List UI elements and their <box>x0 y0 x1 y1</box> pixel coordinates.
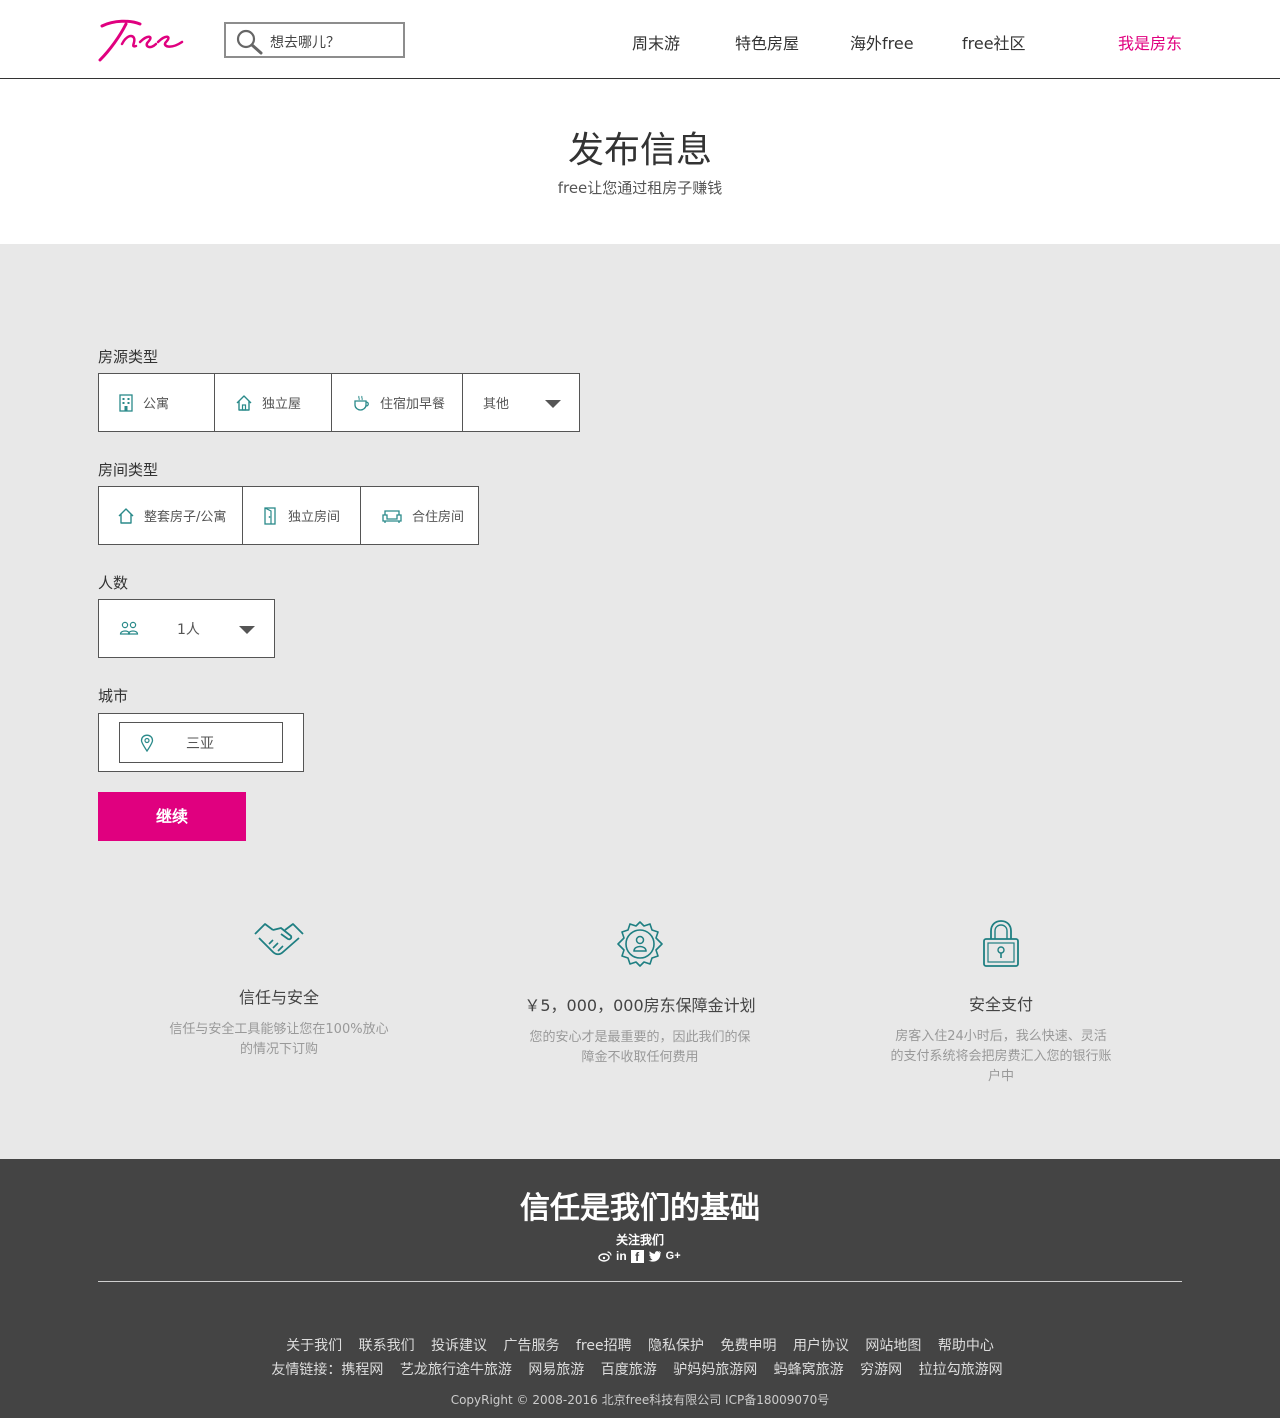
feature-trust-safety: 信任与安全 信任与安全工具能够让您在100%放心 的情况下订购 <box>129 916 429 1060</box>
twitter-icon[interactable] <box>648 1250 662 1262</box>
footer-link[interactable]: 帮助中心 <box>938 1338 994 1354</box>
feature-secure-payment: 安全支付 房客入住24小时后，我么快速、灵活 的支付系统将会把房费汇入您的银行账… <box>851 919 1151 1087</box>
feature-desc-line: 您的安心才是最重要的，因此我们的保 <box>529 1030 751 1045</box>
feature-desc-line: 信任与安全工具能够让您在100%放心 <box>169 1022 389 1037</box>
footer-divider <box>98 1281 1182 1282</box>
property-option-other-dropdown[interactable]: 其他 <box>463 374 579 431</box>
property-option-label: 独立屋 <box>262 397 302 412</box>
feature-title: ￥5，000，000房东保障金计划 <box>524 996 756 1015</box>
weibo-icon[interactable] <box>598 1250 612 1262</box>
room-type-label: 房间类型 <box>98 461 159 479</box>
handshake-icon <box>254 923 304 956</box>
continue-button[interactable]: 继续 <box>98 792 246 841</box>
friend-link[interactable]: 网易旅游 <box>528 1362 584 1378</box>
room-option-label: 独立房间 <box>288 510 341 525</box>
property-option-label: 其他 <box>483 397 510 412</box>
door-icon <box>264 506 276 525</box>
property-option-label: 住宿加早餐 <box>380 397 446 412</box>
friend-link[interactable]: 携程网 <box>341 1362 383 1378</box>
nav-weekend-trip[interactable]: 周末游 <box>632 30 680 54</box>
property-option-house[interactable]: 独立屋 <box>215 374 332 431</box>
badge-icon <box>617 921 663 967</box>
feature-title: 信任与安全 <box>238 988 319 1007</box>
search-placeholder: 想去哪儿？ <box>270 35 340 51</box>
top-header: 想去哪儿？ 周末游 特色房屋 海外free free社区 我是房东 <box>0 0 1280 79</box>
friend-links-label: 友情链接： <box>271 1362 342 1378</box>
room-option-label: 整套房子/公寓 <box>144 510 227 525</box>
linkedin-icon[interactable]: in <box>616 1249 627 1263</box>
chevron-down-icon <box>239 626 255 634</box>
footer-link[interactable]: 投诉建议 <box>431 1338 487 1354</box>
footer-link[interactable]: 联系我们 <box>359 1338 415 1354</box>
guests-value: 1人 <box>177 621 200 638</box>
nav-host-link[interactable]: 我是房东 <box>1118 30 1182 54</box>
guests-select[interactable]: 1人 <box>98 599 275 658</box>
google-plus-icon[interactable]: G+ <box>666 1249 681 1263</box>
city-value: 三亚 <box>186 735 214 752</box>
property-option-apartment[interactable]: 公寓 <box>99 374 215 431</box>
feature-title: 安全支付 <box>968 995 1033 1014</box>
property-option-label: 公寓 <box>143 397 170 412</box>
friend-link[interactable]: 驴妈妈旅游网 <box>673 1362 757 1378</box>
footer-link[interactable]: 免费申明 <box>720 1338 776 1354</box>
footer-link[interactable]: 网站地图 <box>865 1338 921 1354</box>
social-links: in f G+ <box>598 1249 681 1264</box>
footer-link[interactable]: 隐私保护 <box>648 1338 704 1354</box>
room-option-label: 合住房间 <box>412 510 465 525</box>
house-icon <box>118 507 134 524</box>
site-footer: 信任是我们的基础 关注我们 in f G+ 关于我们 联系我们 投诉建议 广告服… <box>0 1159 1280 1418</box>
room-option-entire-home[interactable]: 整套房子/公寓 <box>99 487 243 544</box>
feature-desc-line: 的支付系统将会把房费汇入您的银行账 <box>890 1049 1112 1064</box>
feature-desc-line: 房客入住24小时后，我么快速、灵活 <box>895 1029 1107 1044</box>
city-label: 城市 <box>98 687 129 705</box>
sofa-icon <box>382 509 402 523</box>
page-title: 发布信息 <box>567 130 712 171</box>
guests-select-inner[interactable]: 1人 <box>99 600 274 657</box>
friend-link[interactable]: 百度旅游 <box>601 1362 657 1378</box>
lock-icon <box>983 920 1019 967</box>
feature-desc-line: 障金不收取任何费用 <box>581 1050 699 1065</box>
people-icon <box>119 621 139 635</box>
house-icon <box>236 394 252 411</box>
feature-desc-line: 的情况下订购 <box>239 1042 318 1057</box>
footer-link[interactable]: 用户协议 <box>793 1338 849 1354</box>
footer-link[interactable]: free招聘 <box>576 1338 632 1354</box>
location-pin-icon <box>140 734 154 752</box>
building-icon <box>119 393 133 412</box>
room-type-group: 整套房子/公寓 独立房间 合住房间 <box>98 486 479 545</box>
friend-link[interactable]: 蚂蜂窝旅游 <box>774 1362 844 1378</box>
feature-desc-line: 户中 <box>987 1069 1014 1084</box>
property-option-bnb[interactable]: 住宿加早餐 <box>332 374 463 431</box>
footer-link[interactable]: 广告服务 <box>504 1338 560 1354</box>
nav-overseas-free[interactable]: 海外free <box>850 30 914 54</box>
footer-link[interactable]: 关于我们 <box>286 1338 342 1354</box>
free-logo[interactable] <box>96 16 188 64</box>
friend-link[interactable]: 拉拉勾旅游网 <box>919 1362 1003 1378</box>
facebook-icon[interactable]: f <box>630 1249 644 1264</box>
copyright-text: CopyRight © 2008-2016 北京free科技有限公司 ICP备1… <box>450 1393 830 1407</box>
nav-free-community[interactable]: free社区 <box>962 30 1026 54</box>
footer-title: 信任是我们的基础 <box>520 1191 760 1226</box>
feature-host-guarantee: ￥5，000，000房东保障金计划 您的安心才是最重要的，因此我们的保 障金不收… <box>490 920 790 1068</box>
page-subtitle: free让您通过租房子赚钱 <box>557 179 723 197</box>
coffee-cup-icon <box>354 395 369 411</box>
friend-link[interactable]: 穷游网 <box>860 1362 902 1378</box>
friend-links: 友情链接：携程网 艺龙旅行途牛旅游 网易旅游 百度旅游 驴妈妈旅游网 蚂蜂窝旅游… <box>0 1359 1280 1379</box>
friend-link[interactable]: 艺龙旅行途牛旅游 <box>400 1362 512 1378</box>
chevron-down-icon <box>545 400 561 408</box>
room-option-shared-room[interactable]: 合住房间 <box>361 487 478 544</box>
search-icon <box>236 29 263 55</box>
city-field: 三亚 <box>98 713 304 772</box>
search-box[interactable]: 想去哪儿？ <box>224 22 405 58</box>
listing-form-area: 房源类型 公寓 独立屋 住宿加早餐 其他 房间类型 整套房子/公寓 独立房间 合… <box>0 244 1280 1159</box>
footer-links: 关于我们 联系我们 投诉建议 广告服务 free招聘 隐私保护 免费申明 用户协… <box>0 1335 1280 1355</box>
room-option-private-room[interactable]: 独立房间 <box>243 487 361 544</box>
hero-section: 发布信息 free让您通过租房子赚钱 <box>0 79 1280 244</box>
city-input[interactable]: 三亚 <box>119 722 283 763</box>
property-type-label: 房源类型 <box>98 348 159 366</box>
nav-featured-homes[interactable]: 特色房屋 <box>735 30 799 54</box>
property-type-group: 公寓 独立屋 住宿加早餐 其他 <box>98 373 580 432</box>
follow-us-label: 关注我们 <box>615 1233 664 1247</box>
guests-label: 人数 <box>98 574 129 592</box>
